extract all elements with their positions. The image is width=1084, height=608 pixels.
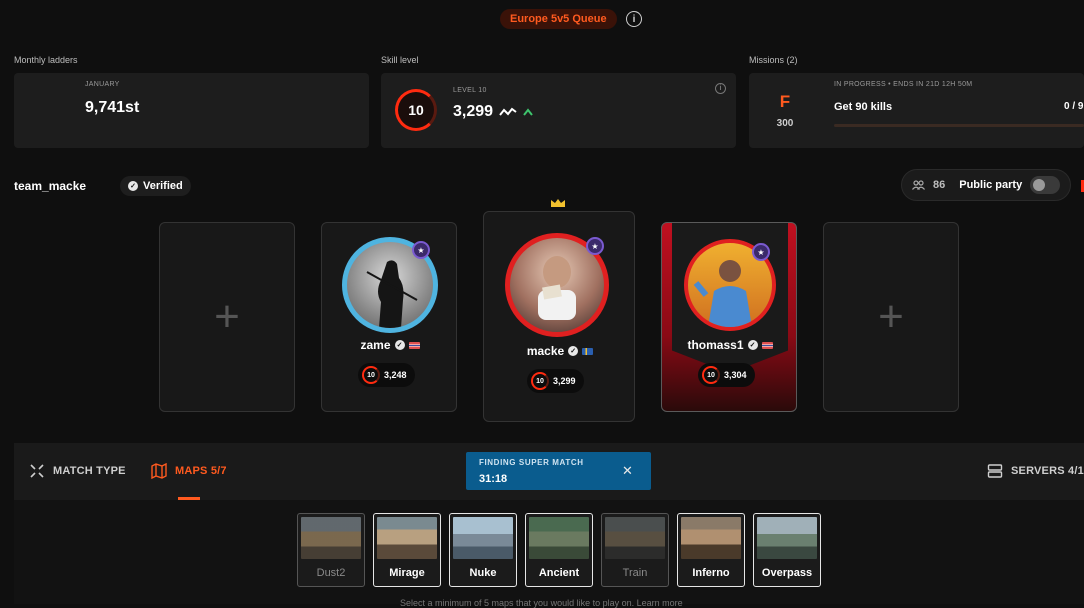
level-10-icon: 10 bbox=[531, 372, 549, 390]
users-icon bbox=[912, 180, 925, 190]
skill-label: Skill level bbox=[381, 55, 419, 65]
ladders-card[interactable]: JANUARY 9,741st bbox=[14, 73, 369, 148]
verified-check-icon: ✓ bbox=[747, 340, 758, 350]
map-list: Dust2 Mirage Nuke Ancient Train Inferno Overpa… bbox=[297, 513, 821, 587]
tab-servers[interactable]: SERVERS 4/1 bbox=[987, 463, 1084, 479]
map-thumbnail bbox=[301, 517, 361, 559]
server-icon bbox=[987, 464, 1003, 478]
missions-label: Missions (2) bbox=[749, 55, 798, 65]
flag-sweden-icon bbox=[582, 347, 594, 355]
queue-selector[interactable]: Europe 5v5 Queue bbox=[500, 9, 617, 29]
map-name: Train bbox=[622, 567, 648, 579]
mission-title: Get 90 kills bbox=[834, 101, 893, 113]
level-10-badge: 10 bbox=[395, 89, 437, 131]
map-thumbnail bbox=[377, 517, 437, 559]
player-elo: 3,248 bbox=[384, 370, 407, 380]
crown-icon bbox=[550, 195, 566, 207]
map-tile-ancient[interactable]: Ancient bbox=[525, 513, 593, 587]
verified-check-icon: ✓ bbox=[128, 181, 138, 191]
map-icon bbox=[151, 463, 167, 479]
skill-info-icon[interactable]: i bbox=[715, 83, 726, 94]
player-name: macke bbox=[526, 344, 565, 358]
player-card-thomass1[interactable]: ★ thomass1 ✓ 10 3,304 bbox=[661, 222, 797, 412]
tab-servers-label: SERVERS 4/1 bbox=[1011, 465, 1084, 477]
map-name: Nuke bbox=[469, 567, 497, 579]
map-tile-mirage[interactable]: Mirage bbox=[373, 513, 441, 587]
trend-up-icon bbox=[523, 108, 533, 116]
party-count: 86 bbox=[933, 179, 946, 191]
cancel-search-button[interactable]: ✕ bbox=[622, 463, 633, 479]
level-10-icon: 10 bbox=[362, 366, 380, 384]
rank-star-icon: ★ bbox=[752, 243, 770, 261]
verified-check-icon: ✓ bbox=[394, 340, 405, 350]
mission-card[interactable]: F 300 IN PROGRESS • ENDS IN 21D 12H 50M … bbox=[749, 73, 1084, 148]
party-settings[interactable]: 86 Public party bbox=[901, 169, 1072, 201]
map-name: Inferno bbox=[692, 567, 730, 579]
mission-status: IN PROGRESS • ENDS IN 21D 12H 50M bbox=[834, 81, 973, 88]
map-thumbnail bbox=[757, 517, 817, 559]
flag-norway-icon bbox=[761, 341, 773, 349]
player-card-zame[interactable]: ★ zame ✓ 10 3,248 bbox=[321, 222, 457, 412]
skill-level-label: LEVEL 10 bbox=[453, 87, 487, 94]
elo-graph-icon bbox=[499, 107, 517, 116]
player-elo-pill: 10 3,299 bbox=[527, 369, 584, 393]
finding-timer: 31:18 bbox=[479, 473, 508, 485]
queue-label: Europe 5v5 Queue bbox=[510, 13, 607, 25]
ladders-label: Monthly ladders bbox=[14, 55, 78, 65]
finding-label: FINDING SUPER MATCH bbox=[479, 458, 584, 467]
invite-slot-left[interactable]: + bbox=[159, 222, 295, 412]
player-card-macke[interactable]: ★ macke ✓ 10 3,299 bbox=[483, 211, 635, 422]
player-name: zame bbox=[360, 338, 391, 352]
tab-match-type[interactable]: MATCH TYPE bbox=[29, 463, 126, 479]
maps-hint: Select a minimum of 5 maps that you woul… bbox=[400, 598, 683, 608]
finding-match-banner: FINDING SUPER MATCH 31:18 ✕ bbox=[466, 452, 651, 490]
rank-star-icon: ★ bbox=[586, 237, 604, 255]
party-name: team_macke bbox=[14, 179, 87, 193]
mission-progress-text: 0 / 9 bbox=[1064, 101, 1084, 112]
mission-reward: 300 bbox=[776, 118, 794, 129]
ladders-rank: 9,741st bbox=[85, 99, 140, 116]
public-party-toggle[interactable] bbox=[1030, 176, 1061, 194]
rank-star-icon: ★ bbox=[412, 241, 430, 259]
map-name: Ancient bbox=[538, 567, 580, 579]
map-tile-dust2[interactable]: Dust2 bbox=[297, 513, 365, 587]
tab-maps[interactable]: MAPS 5/7 bbox=[151, 463, 227, 479]
verified-check-icon: ✓ bbox=[568, 346, 579, 356]
flag-norway-icon bbox=[408, 341, 420, 349]
player-elo-pill: 10 3,304 bbox=[698, 363, 755, 387]
player-elo: 3,304 bbox=[724, 370, 747, 380]
map-thumbnail bbox=[605, 517, 665, 559]
mission-reward-icon: F bbox=[779, 92, 791, 111]
map-thumbnail bbox=[681, 517, 741, 559]
verified-badge: ✓ Verified bbox=[120, 176, 191, 196]
map-tile-inferno[interactable]: Inferno bbox=[677, 513, 745, 587]
map-name: Overpass bbox=[761, 567, 813, 579]
ladders-month: JANUARY bbox=[85, 81, 120, 88]
skill-elo: 3,299 bbox=[453, 103, 494, 120]
level-10-icon: 10 bbox=[702, 366, 720, 384]
map-tile-train[interactable]: Train bbox=[601, 513, 669, 587]
map-thumbnail bbox=[453, 517, 513, 559]
tab-match-type-label: MATCH TYPE bbox=[53, 465, 126, 477]
invite-slot-right[interactable]: + bbox=[823, 222, 959, 412]
tab-maps-label: MAPS 5/7 bbox=[175, 465, 227, 477]
mission-progress-bar bbox=[834, 124, 1084, 127]
verified-label: Verified bbox=[143, 180, 183, 192]
crosshair-icon bbox=[30, 464, 44, 478]
player-elo: 3,299 bbox=[553, 376, 576, 386]
player-elo-pill: 10 3,248 bbox=[358, 363, 415, 387]
player-name: thomass1 bbox=[687, 338, 744, 352]
map-name: Dust2 bbox=[316, 567, 346, 579]
public-party-label: Public party bbox=[959, 179, 1023, 191]
map-thumbnail bbox=[529, 517, 589, 559]
map-name: Mirage bbox=[389, 567, 425, 579]
map-tile-nuke[interactable]: Nuke bbox=[449, 513, 517, 587]
skill-card[interactable]: 10 LEVEL 10 3,299 i bbox=[381, 73, 736, 148]
info-icon[interactable]: i bbox=[626, 11, 642, 27]
map-tile-overpass[interactable]: Overpass bbox=[753, 513, 821, 587]
